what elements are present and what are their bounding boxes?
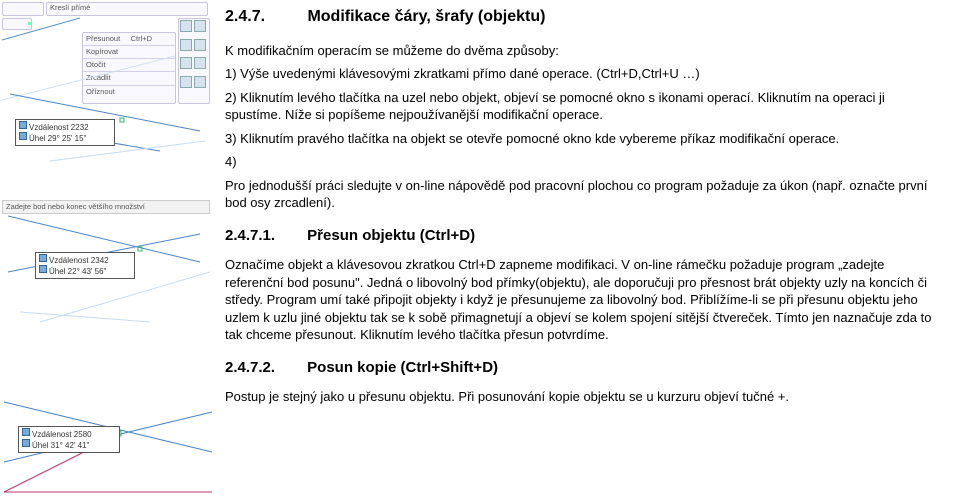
text-column: 2.4.7. Modifikace čáry, šrafy (objektu) …	[215, 0, 960, 412]
measure-angle: Úhel 22° 43' 56"	[49, 267, 106, 276]
intro-li1: 1) Výše uvedenými klávesovými zkratkami …	[225, 65, 938, 83]
body1-p1: Označíme objekt a klávesovou zkratkou Ct…	[225, 256, 938, 344]
intro-p2: Pro jednodušší práci sledujte v on-line …	[225, 177, 938, 212]
subsection-title: Přesun objektu (Ctrl+D)	[307, 227, 475, 244]
subsection-number: 2.4.7.2.	[225, 358, 303, 378]
subsection-heading-2: 2.4.7.2. Posun kopie (Ctrl+Shift+D)	[225, 358, 938, 378]
subsection-title: Posun kopie (Ctrl+Shift+D)	[307, 359, 498, 376]
body2-p1: Postup je stejný jako u přesunu objektu.…	[225, 388, 938, 406]
intro-li2: 2) Kliknutím levého tlačítka na uzel neb…	[225, 89, 938, 124]
intro-li4: 4)	[225, 153, 938, 171]
figures-column: Kreslí přímé Přesunout Ctrl+D Kopírovat …	[0, 0, 215, 412]
figure-2: Zadejte bod nebo konec většího množství …	[0, 200, 215, 330]
intro-li3: 3) Kliknutím pravého tlačítka na objekt …	[225, 130, 938, 148]
subsection-heading-1: 2.4.7.1. Přesun objektu (Ctrl+D)	[225, 226, 938, 246]
measure-distance: Vzdálenost 2232	[29, 123, 89, 132]
measure-distance: Vzdálenost 2580	[32, 430, 92, 439]
measure-tooltip: Vzdálenost 2342 Úhel 22° 43' 56"	[35, 252, 135, 279]
figure-3: Vzdálenost 2580 Úhel 31° 42' 41"	[0, 392, 215, 500]
measure-tooltip: Vzdálenost 2232 Úhel 29° 25' 15"	[15, 119, 115, 146]
section-title: Modifikace čáry, šrafy (objektu)	[307, 8, 545, 25]
section-heading: 2.4.7. Modifikace čáry, šrafy (objektu)	[225, 6, 938, 28]
measure-angle: Úhel 31° 42' 41"	[32, 441, 89, 450]
figure-1: Vzdálenost 2232 Úhel 29° 25' 15"	[0, 86, 215, 168]
measure-tooltip: Vzdálenost 2580 Úhel 31° 42' 41"	[18, 426, 120, 453]
intro-p1: K modifikačním operacím se můžeme do dvě…	[225, 42, 938, 60]
subsection-number: 2.4.7.1.	[225, 226, 303, 246]
measure-distance: Vzdálenost 2342	[49, 256, 109, 265]
measure-angle: Úhel 29° 25' 15"	[29, 134, 86, 143]
section-number: 2.4.7.	[225, 6, 303, 28]
